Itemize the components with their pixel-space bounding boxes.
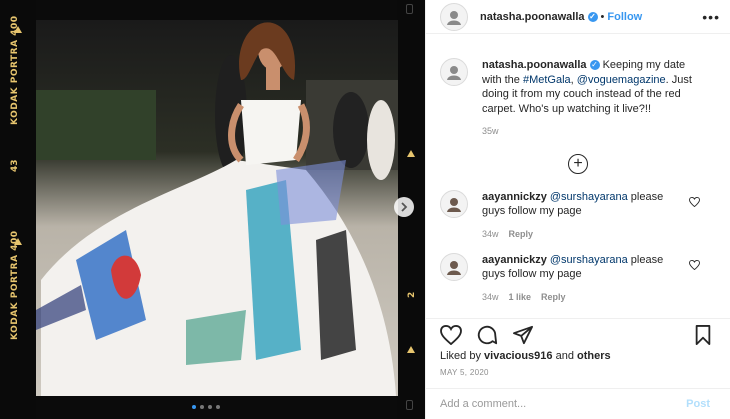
comment-text: aayannickzy @surshayarana please guys fo… bbox=[482, 253, 682, 281]
author-avatar[interactable] bbox=[440, 2, 468, 31]
author-username-text[interactable]: natasha.poonawalla bbox=[480, 11, 585, 23]
carousel-dot bbox=[192, 405, 196, 409]
share-button[interactable] bbox=[512, 325, 534, 345]
reply-button[interactable]: Reply bbox=[541, 292, 566, 302]
follow-button[interactable]: Follow bbox=[607, 11, 642, 23]
mention-link[interactable]: @surshayarana bbox=[550, 191, 628, 203]
caption-text: natasha.poonawalla ✓ Keeping my date with… bbox=[482, 58, 692, 116]
comment-meta: 34w Reply bbox=[482, 229, 682, 239]
comment-text: aayannickzy @surshayarana please guys fo… bbox=[482, 190, 682, 218]
caption: natasha.poonawalla ✓ Keeping my date with… bbox=[426, 50, 730, 136]
comment-like-button[interactable] bbox=[689, 194, 700, 212]
comment-timestamp[interactable]: 34w bbox=[482, 229, 499, 239]
comment-author[interactable]: aayannickzy bbox=[482, 191, 547, 203]
caption-avatar[interactable] bbox=[440, 58, 468, 86]
avatar-image bbox=[447, 66, 461, 80]
film-label-bottom: KODAK PORTRA 400 bbox=[10, 230, 20, 341]
avatar-image bbox=[447, 261, 461, 275]
author-username[interactable]: natasha.poonawalla ✓ bbox=[480, 11, 598, 23]
photo-illustration bbox=[36, 20, 398, 396]
mention-link[interactable]: @surshayarana bbox=[550, 254, 628, 266]
heart-icon bbox=[689, 259, 700, 271]
comments-section[interactable]: natasha.poonawalla ✓ Keeping my date with… bbox=[426, 50, 730, 318]
comment-input[interactable] bbox=[440, 398, 687, 410]
film-frame-number: 43 bbox=[10, 159, 20, 172]
post-sidebar: natasha.poonawalla ✓ • Follow ••• natasha… bbox=[425, 0, 730, 419]
liked-by-user[interactable]: vivacious916 bbox=[484, 350, 553, 362]
verified-badge-icon: ✓ bbox=[589, 60, 600, 71]
action-icons bbox=[440, 321, 716, 349]
comment-item: aayannickzy @surshayarana please guys fo… bbox=[426, 190, 730, 239]
next-photo-button[interactable] bbox=[394, 197, 414, 217]
verified-badge-icon: ✓ bbox=[587, 11, 598, 22]
mention-link[interactable]: @voguemagazine bbox=[577, 74, 666, 86]
comment-button[interactable] bbox=[476, 324, 498, 346]
hashtag-link[interactable]: #MetGala bbox=[523, 74, 571, 86]
carousel-dot bbox=[200, 405, 204, 409]
commenter-avatar[interactable] bbox=[440, 190, 468, 218]
post-header: natasha.poonawalla ✓ • Follow ••• bbox=[426, 0, 730, 34]
comment-timestamp[interactable]: 34w bbox=[482, 292, 499, 302]
plus-circle-icon[interactable]: + bbox=[568, 154, 588, 174]
add-comment-bar: Post bbox=[426, 388, 730, 419]
carousel-dot bbox=[216, 405, 220, 409]
post-photo[interactable] bbox=[36, 20, 398, 396]
heart-icon bbox=[440, 325, 462, 345]
likes-prefix: Liked by bbox=[440, 350, 485, 362]
post-comment-button[interactable]: Post bbox=[686, 398, 710, 410]
post-actions: Liked by vivacious916 and others MAY 5, … bbox=[426, 318, 730, 377]
like-button[interactable] bbox=[440, 325, 462, 345]
comment-likes-count[interactable]: 1 like bbox=[509, 292, 532, 302]
film-frame-number-right: 2 bbox=[407, 291, 417, 298]
comment-like-button[interactable] bbox=[689, 257, 700, 275]
commenter-avatar[interactable] bbox=[440, 253, 468, 281]
carousel-indicator bbox=[192, 405, 220, 409]
reply-button[interactable]: Reply bbox=[509, 229, 534, 239]
comment-meta: 34w 1 like Reply bbox=[482, 292, 682, 302]
header-separator: • bbox=[600, 10, 605, 23]
liked-by-others[interactable]: others bbox=[577, 350, 611, 362]
film-arrow-mark bbox=[407, 150, 415, 157]
film-sprocket bbox=[406, 400, 413, 410]
film-sprocket bbox=[406, 4, 413, 14]
likes-summary: Liked by vivacious916 and others bbox=[440, 350, 716, 362]
carousel-dot bbox=[208, 405, 212, 409]
comment-item: aayannickzy @surshayarana please guys fo… bbox=[426, 253, 730, 302]
heart-icon bbox=[689, 196, 700, 208]
post-media: KODAK PORTRA 400 43 KODAK PORTRA 400 2 bbox=[0, 0, 425, 419]
bookmark-icon bbox=[695, 325, 711, 345]
comment-icon bbox=[477, 325, 498, 345]
film-label-top: KODAK PORTRA 400 bbox=[10, 15, 20, 126]
save-button[interactable] bbox=[694, 325, 712, 345]
likes-joiner: and bbox=[552, 350, 577, 362]
caption-timestamp[interactable]: 35w bbox=[482, 126, 692, 136]
caption-author[interactable]: natasha.poonawalla bbox=[482, 59, 587, 71]
chevron-right-icon bbox=[401, 202, 408, 212]
avatar-image bbox=[447, 198, 461, 212]
post-date[interactable]: MAY 5, 2020 bbox=[440, 368, 716, 377]
avatar-image bbox=[447, 10, 461, 25]
comment-author[interactable]: aayannickzy bbox=[482, 254, 547, 266]
film-strip-left: KODAK PORTRA 400 43 KODAK PORTRA 400 bbox=[0, 0, 36, 419]
load-more-comments[interactable]: + bbox=[426, 154, 730, 174]
film-arrow-mark bbox=[407, 346, 415, 353]
share-icon bbox=[513, 325, 533, 345]
more-options-icon[interactable]: ••• bbox=[702, 9, 720, 25]
